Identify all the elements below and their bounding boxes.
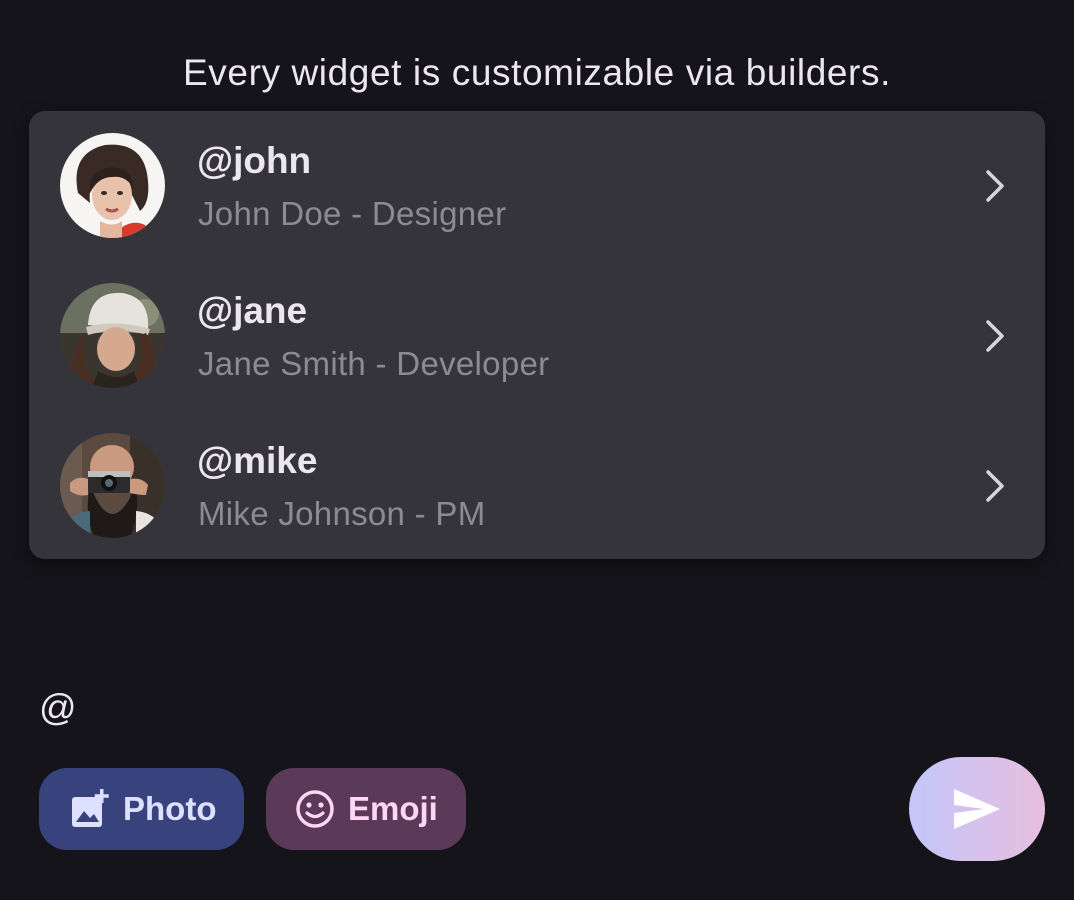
avatar-john-photo	[60, 133, 165, 238]
mention-handle: @john	[197, 140, 312, 181]
photo-button[interactable]: Photo	[39, 768, 244, 850]
smiley-icon	[296, 790, 334, 828]
chevron-right-icon	[986, 320, 1004, 352]
send-icon	[954, 789, 1000, 829]
chevron-right-icon	[986, 470, 1004, 502]
message-input[interactable]: @	[39, 687, 77, 729]
mention-suggestions-panel: @john John Doe - Designer @jane Jane Smi…	[29, 111, 1045, 559]
send-button[interactable]	[909, 757, 1045, 861]
mention-handle: @jane	[197, 290, 308, 331]
photo-button-label: Photo	[123, 790, 217, 827]
builder-caption: Every widget is customizable via builder…	[183, 52, 891, 93]
mention-item-mike[interactable]: @mike Mike Johnson - PM	[29, 411, 1045, 559]
chat-screen: Every widget is customizable via builder…	[0, 0, 1074, 900]
avatar-jane-photo	[60, 283, 165, 388]
mention-subtitle: John Doe - Designer	[198, 195, 507, 232]
mention-subtitle: Mike Johnson - PM	[198, 495, 486, 532]
add-photo-icon	[72, 789, 109, 827]
avatar-jane	[60, 283, 165, 388]
mention-item-jane[interactable]: @jane Jane Smith - Developer	[29, 261, 1045, 411]
avatar-john	[60, 133, 165, 238]
mention-subtitle: Jane Smith - Developer	[198, 345, 550, 382]
mention-item-john[interactable]: @john John Doe - Designer	[29, 111, 1045, 261]
mention-handle: @mike	[197, 440, 318, 481]
avatar-mike-photo	[60, 433, 165, 538]
chevron-right-icon	[986, 170, 1004, 202]
avatar-mike	[60, 433, 165, 538]
emoji-button[interactable]: Emoji	[266, 768, 466, 850]
emoji-button-label: Emoji	[348, 790, 438, 827]
